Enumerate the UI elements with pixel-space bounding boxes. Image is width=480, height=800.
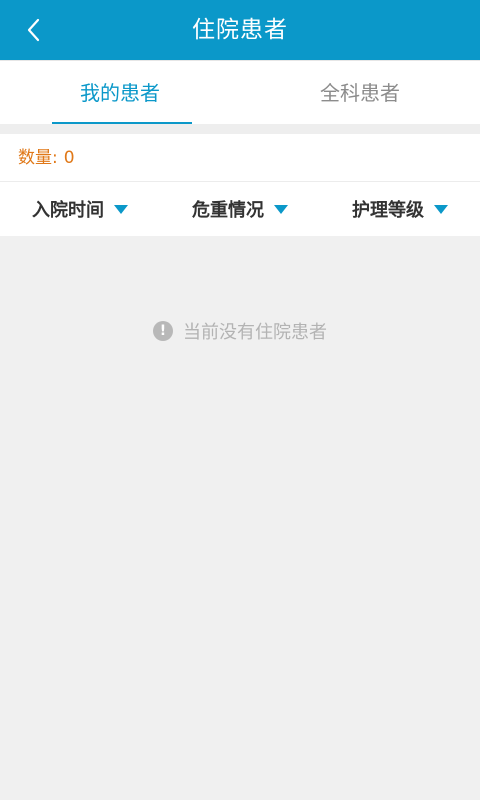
- filter-label: 入院时间: [32, 200, 104, 221]
- caret-down-icon: [434, 204, 448, 214]
- filter-admission-time[interactable]: 入院时间: [0, 182, 160, 236]
- empty-state: ! 当前没有住院患者: [0, 318, 480, 344]
- tab-bar: 我的患者 全科患者: [0, 60, 480, 125]
- filter-nursing-level[interactable]: 护理等级: [320, 182, 480, 236]
- tab-label: 全科患者: [320, 81, 400, 105]
- filter-bar: 入院时间 危重情况 护理等级: [0, 182, 480, 236]
- page-title: 住院患者: [192, 17, 288, 43]
- count-bar: 数量: 0: [0, 134, 480, 182]
- exclamation-circle-icon: !: [153, 321, 173, 341]
- count-separator: :: [52, 148, 58, 168]
- section-divider: [0, 124, 480, 134]
- count-label: 数量: [18, 148, 52, 168]
- tab-all-patients[interactable]: 全科患者: [240, 61, 480, 125]
- tab-label: 我的患者: [80, 81, 160, 105]
- empty-message: 当前没有住院患者: [183, 322, 327, 343]
- count-value: 0: [63, 148, 75, 168]
- screen: 住院患者 我的患者 全科患者 数量: 0 入院时间 危重情况 护理等级 ! 当前没…: [0, 0, 480, 800]
- tab-my-patients[interactable]: 我的患者: [0, 61, 240, 125]
- caret-down-icon: [274, 204, 288, 214]
- caret-down-icon: [114, 204, 128, 214]
- header-bar: 住院患者: [0, 0, 480, 60]
- filter-critical-condition[interactable]: 危重情况: [160, 182, 320, 236]
- filter-label: 护理等级: [352, 200, 424, 221]
- filter-label: 危重情况: [192, 200, 264, 221]
